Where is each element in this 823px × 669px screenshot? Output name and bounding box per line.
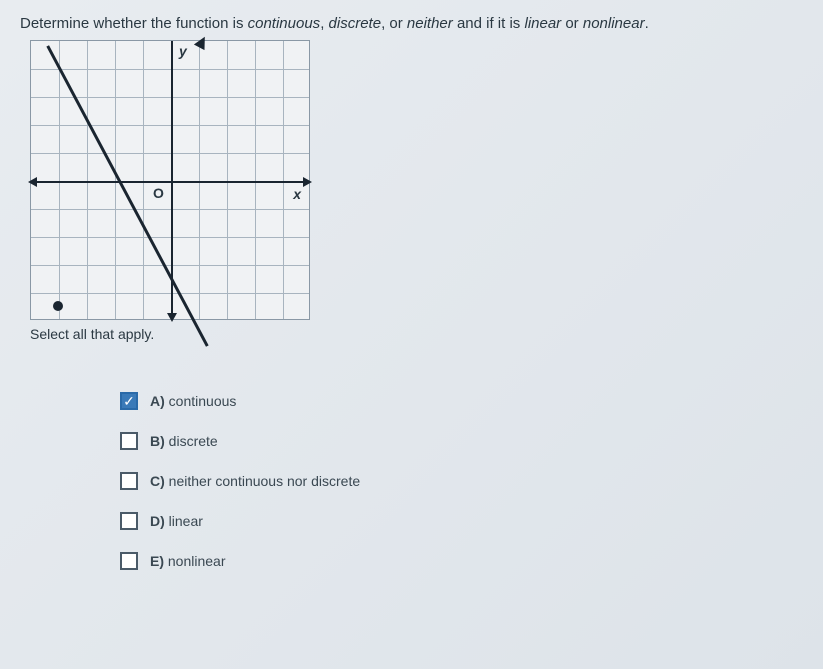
- grid-line: [31, 125, 309, 126]
- q-comma3: or: [561, 15, 583, 32]
- grid-line: [31, 237, 309, 238]
- x-axis: [31, 181, 309, 183]
- option-d-letter: D): [150, 513, 165, 529]
- option-c-label: C) neither continuous nor discrete: [150, 473, 360, 489]
- option-b-label: B) discrete: [150, 433, 218, 449]
- option-a-label: A) continuous: [150, 393, 236, 409]
- option-c[interactable]: C) neither continuous nor discrete: [120, 472, 803, 490]
- checkbox-b[interactable]: [120, 432, 138, 450]
- grid-line: [59, 41, 60, 319]
- x-axis-arrow-right-icon: [303, 177, 312, 187]
- y-axis-label: y: [179, 43, 187, 59]
- q-word-neither: neither: [407, 15, 453, 32]
- option-e-label: E) nonlinear: [150, 553, 226, 569]
- options-list: ✓ A) continuous B) discrete C) neither c…: [120, 392, 803, 570]
- q-word-linear: linear: [524, 15, 561, 32]
- option-e[interactable]: E) nonlinear: [120, 552, 803, 570]
- checkbox-c[interactable]: [120, 472, 138, 490]
- q-mid: and if it is: [453, 15, 525, 32]
- option-d[interactable]: D) linear: [120, 512, 803, 530]
- grid-line: [227, 41, 228, 319]
- option-a-text: continuous: [169, 393, 237, 409]
- grid-line: [31, 265, 309, 266]
- grid-line: [31, 69, 309, 70]
- line-endpoint-icon: [53, 301, 63, 311]
- grid-line: [199, 41, 200, 319]
- grid-line: [115, 41, 116, 319]
- option-b-text: discrete: [169, 433, 218, 449]
- checkbox-a[interactable]: ✓: [120, 392, 138, 410]
- q-word-nonlinear: nonlinear: [583, 15, 645, 32]
- question-text: Determine whether the function is contin…: [20, 15, 803, 32]
- grid-line: [31, 209, 309, 210]
- grid-line: [87, 41, 88, 319]
- grid-line: [255, 41, 256, 319]
- x-axis-label: x: [293, 186, 301, 202]
- line-arrow-icon: [194, 34, 210, 50]
- q-comma1: ,: [320, 15, 328, 32]
- option-e-letter: E): [150, 553, 164, 569]
- option-a[interactable]: ✓ A) continuous: [120, 392, 803, 410]
- q-comma2: , or: [381, 15, 407, 32]
- grid-line: [31, 293, 309, 294]
- option-d-label: D) linear: [150, 513, 203, 529]
- option-d-text: linear: [169, 513, 203, 529]
- option-a-letter: A): [150, 393, 165, 409]
- q-word-continuous: continuous: [248, 15, 321, 32]
- q-suffix: .: [645, 15, 649, 32]
- option-b-letter: B): [150, 433, 165, 449]
- checkbox-e[interactable]: [120, 552, 138, 570]
- coordinate-graph: y x O: [30, 40, 310, 320]
- option-c-letter: C): [150, 473, 165, 489]
- checkbox-d[interactable]: [120, 512, 138, 530]
- q-prefix: Determine whether the function is: [20, 15, 248, 32]
- option-e-text: nonlinear: [168, 553, 226, 569]
- y-axis-arrow-down-icon: [167, 313, 177, 322]
- checkmark-icon: ✓: [123, 394, 135, 408]
- select-instruction: Select all that apply.: [30, 326, 803, 342]
- grid-line: [283, 41, 284, 319]
- option-b[interactable]: B) discrete: [120, 432, 803, 450]
- grid-line: [31, 153, 309, 154]
- origin-label: O: [153, 185, 164, 201]
- x-axis-arrow-left-icon: [28, 177, 37, 187]
- q-word-discrete: discrete: [329, 15, 382, 32]
- grid-line: [143, 41, 144, 319]
- option-c-text: neither continuous nor discrete: [169, 473, 360, 489]
- function-line: [46, 45, 208, 347]
